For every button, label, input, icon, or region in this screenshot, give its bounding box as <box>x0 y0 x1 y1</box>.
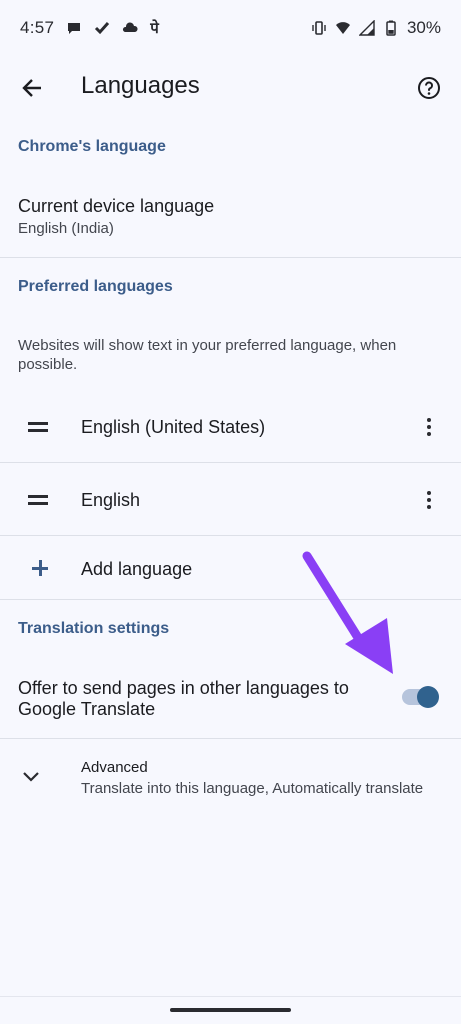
page-title: Languages <box>81 72 200 99</box>
language-item-label: English (United States) <box>81 417 266 437</box>
drag-handle-icon[interactable] <box>28 495 48 505</box>
add-language-label: Add language <box>81 559 193 579</box>
arrow-left-icon <box>22 79 41 97</box>
advanced-title: Advanced <box>81 759 148 776</box>
offer-translate-toggle[interactable] <box>402 685 440 709</box>
section-header-chrome-language: Chrome's language <box>18 138 166 155</box>
current-device-language-title: Current device language <box>18 196 215 216</box>
gesture-nav-handle[interactable] <box>170 1008 291 1012</box>
advanced-subtitle: Translate into this language, Automatica… <box>81 780 424 797</box>
offer-translate-label: Offer to send pages in other languages t… <box>18 678 349 719</box>
help-circle-icon <box>418 77 440 99</box>
battery-percent: 30% <box>406 18 441 37</box>
section-header-preferred-languages: Preferred languages <box>18 278 173 295</box>
cloud-icon <box>123 22 138 32</box>
battery-icon <box>386 20 396 36</box>
chevron-down-icon <box>23 772 39 782</box>
current-device-language-value: English (India) <box>18 220 114 237</box>
signal-icon <box>358 20 375 36</box>
language-item-label: English <box>81 490 141 510</box>
system-icons: 30% <box>311 18 441 38</box>
plus-icon <box>30 558 50 578</box>
back-button[interactable] <box>14 70 50 106</box>
advanced-row[interactable] <box>0 739 461 815</box>
annotation-arrow-icon <box>302 551 393 674</box>
more-options-icon[interactable] <box>414 407 444 447</box>
toggle-thumb <box>417 686 439 708</box>
check-icon <box>95 22 110 35</box>
preferred-languages-description: Websites will show text in your preferre… <box>18 337 397 373</box>
wifi-icon <box>335 22 350 34</box>
app-bar: Languages <box>0 56 461 120</box>
vibrate-icon <box>312 21 326 35</box>
status-time: 4:57 <box>20 18 55 37</box>
language-item-english[interactable] <box>0 463 461 535</box>
pe-glyph-icon: पे <box>150 19 159 37</box>
drag-handle-icon[interactable] <box>28 422 48 432</box>
divider <box>0 996 461 997</box>
help-button[interactable] <box>411 70 447 106</box>
more-options-icon[interactable] <box>414 480 444 520</box>
status-bar: 4:57 पे 30% <box>0 0 461 56</box>
current-device-language-row[interactable] <box>0 180 461 256</box>
chat-bubble-icon <box>68 23 81 34</box>
section-header-translation-settings: Translation settings <box>18 620 170 637</box>
notification-icons: पे <box>66 18 159 38</box>
divider <box>0 257 461 258</box>
